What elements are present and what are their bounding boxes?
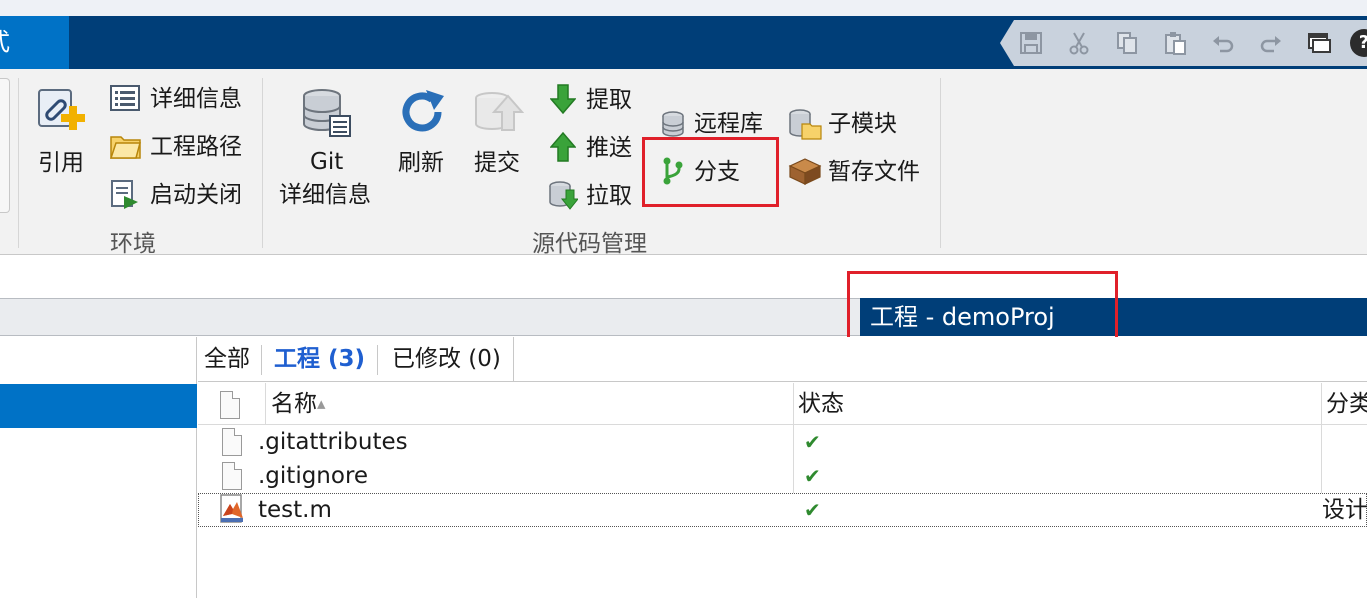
remote-button[interactable]: 远程库 [694, 110, 763, 138]
folder-path-icon [109, 132, 141, 160]
column-header-status[interactable]: 状态 [798, 383, 844, 425]
pull-icon [548, 180, 580, 210]
git-details-label-line1[interactable]: Git [310, 148, 343, 176]
table-row-selected[interactable] [198, 493, 1367, 527]
file-name: test.m [258, 497, 332, 523]
tab-separator [513, 337, 514, 382]
tab-separator [377, 345, 378, 375]
view-tabs-bar [198, 337, 1367, 382]
fetch-button[interactable]: 提取 [586, 86, 632, 114]
copy-icon[interactable] [1114, 30, 1140, 56]
refresh-button[interactable]: 刷新 [398, 149, 444, 177]
group-separator [18, 78, 19, 248]
push-icon [549, 131, 578, 162]
content-top-band [0, 256, 1367, 298]
ribbon-prev-group-edge [0, 78, 10, 213]
remote-icon [660, 110, 688, 138]
column-separator [265, 383, 266, 425]
column-header-name[interactable]: 名称▲ [271, 383, 325, 425]
reference-button[interactable]: 引用 [38, 149, 84, 177]
push-button[interactable]: 推送 [586, 134, 632, 162]
project-path-button[interactable]: 工程路径 [150, 133, 242, 161]
save-icon[interactable] [1018, 30, 1044, 56]
column-header-name-label: 名称 [271, 391, 317, 417]
cut-icon[interactable] [1066, 30, 1092, 56]
tab-active[interactable]: 式 [0, 16, 69, 69]
stash-button[interactable]: 暂存文件 [828, 158, 920, 186]
quick-access-toolbar: ? [1000, 20, 1367, 66]
status-check-icon: ✔ [804, 464, 821, 488]
submodule-button[interactable]: 子模块 [828, 110, 897, 138]
file-name: .gitattributes [258, 429, 408, 455]
fetch-icon [549, 84, 578, 115]
file-name: .gitignore [258, 463, 369, 489]
window-top-strip [0, 0, 1367, 16]
commit-icon [472, 86, 525, 142]
git-details-icon[interactable] [300, 86, 354, 144]
startup-shutdown-icon [110, 180, 138, 209]
column-header-classification[interactable]: 分类 [1326, 383, 1367, 425]
group-separator [262, 78, 263, 248]
stash-icon [788, 156, 822, 185]
details-list-icon [110, 84, 140, 112]
redo-icon[interactable] [1258, 30, 1284, 56]
help-icon[interactable]: ? [1350, 29, 1367, 57]
matlab-file-icon [218, 494, 246, 528]
group-separator [940, 78, 941, 248]
details-button[interactable]: 详细信息 [150, 85, 242, 113]
commit-button[interactable]: 提交 [474, 149, 520, 177]
branch-highlight-box [642, 137, 779, 207]
file-icon [222, 428, 242, 456]
undo-icon[interactable] [1210, 30, 1236, 56]
paste-icon[interactable] [1162, 30, 1188, 56]
tab-active-label: 式 [0, 16, 10, 69]
sort-ascending-icon: ▲ [317, 397, 326, 411]
submodule-icon [788, 108, 822, 140]
status-check-icon: ✔ [804, 430, 821, 454]
environment-group-label: 环境 [110, 231, 156, 257]
file-icon [222, 462, 242, 490]
pull-button[interactable]: 拉取 [586, 182, 632, 210]
tab-separator [261, 345, 262, 375]
file-classification: 设计 [1322, 497, 1367, 523]
left-navigation-pane [0, 337, 197, 598]
git-details-label-line2[interactable]: 详细信息 [279, 181, 371, 209]
file-type-column-icon [220, 391, 240, 419]
left-pane-selected-item[interactable] [0, 384, 197, 428]
reference-icon[interactable] [36, 86, 86, 140]
tab-modified[interactable]: 已修改 (0) [386, 337, 507, 382]
startup-shutdown-button[interactable]: 启动关闭 [150, 181, 242, 209]
tab-project[interactable]: 工程 (3) [268, 337, 371, 382]
status-check-icon: ✔ [804, 498, 821, 522]
table-row[interactable] [198, 459, 1367, 493]
source-control-group-label: 源代码管理 [532, 231, 647, 257]
refresh-icon[interactable] [396, 86, 448, 142]
file-table-header [198, 383, 1367, 425]
window-icon[interactable] [1306, 30, 1332, 56]
tab-all[interactable]: 全部 [198, 337, 256, 382]
